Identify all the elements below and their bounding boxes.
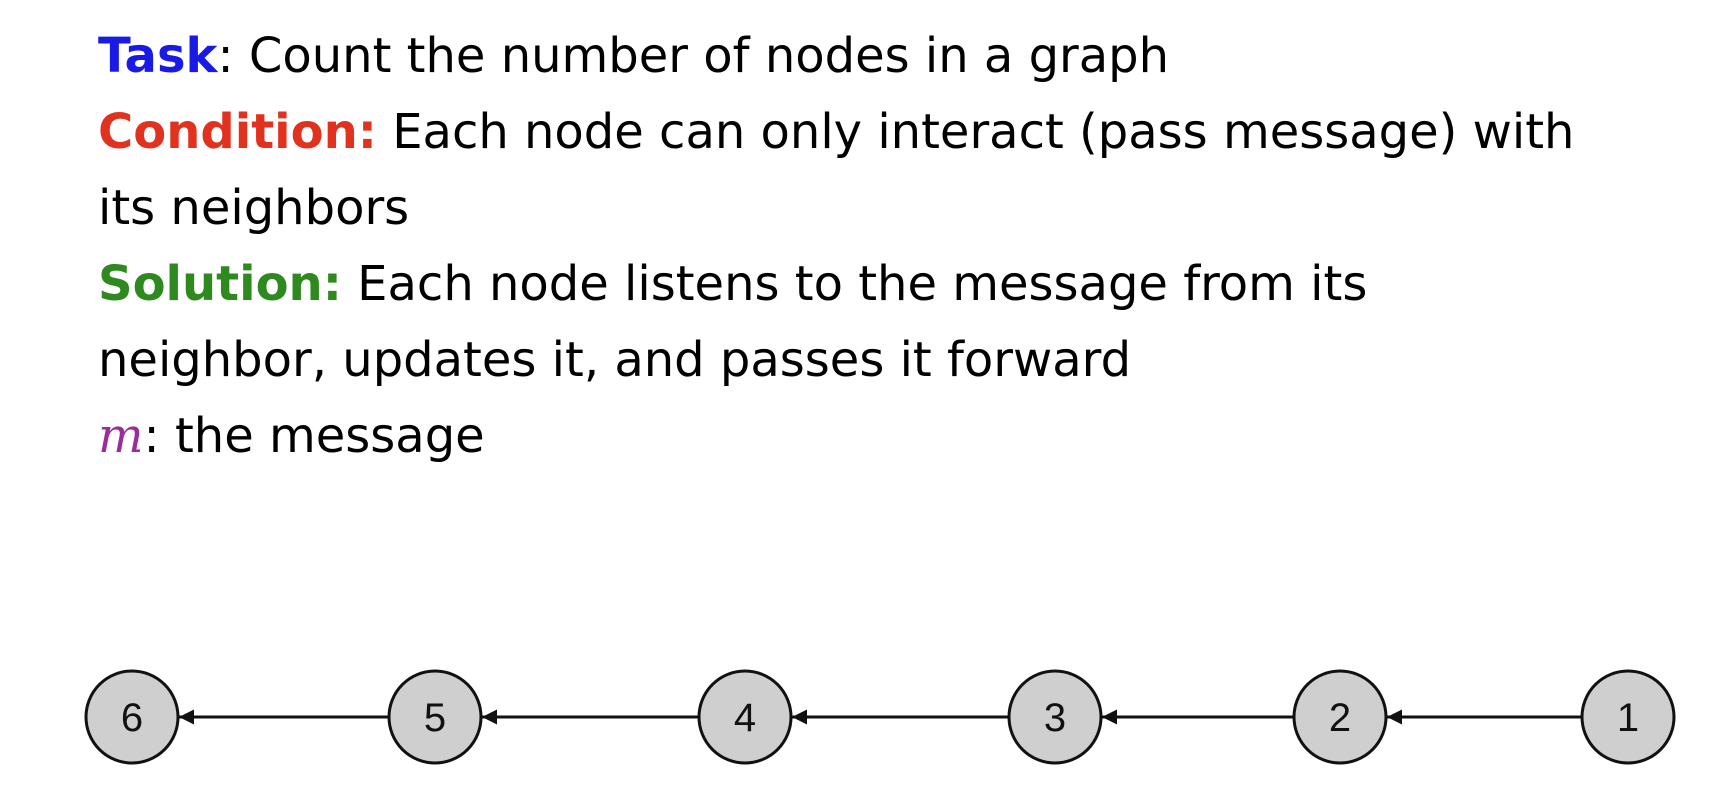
graph-node-1: 1 [1580,669,1676,765]
node-label-3: 3 [1044,696,1066,740]
chain-graph-diagram: 6 5 4 3 2 1 [84,669,1676,765]
graph-node-4: 4 [697,669,793,765]
node-label-5: 5 [424,696,446,740]
node-label-2: 2 [1329,696,1351,740]
slide: Task: Count the number of nodes in a gra… [0,0,1720,794]
graph-node-6: 6 [84,669,180,765]
node-label-1: 1 [1617,696,1639,740]
graph-node-3: 3 [1007,669,1103,765]
graph-node-5: 5 [387,669,483,765]
node-label-4: 4 [734,696,756,740]
graph-node-2: 2 [1292,669,1388,765]
node-label-6: 6 [121,696,143,740]
